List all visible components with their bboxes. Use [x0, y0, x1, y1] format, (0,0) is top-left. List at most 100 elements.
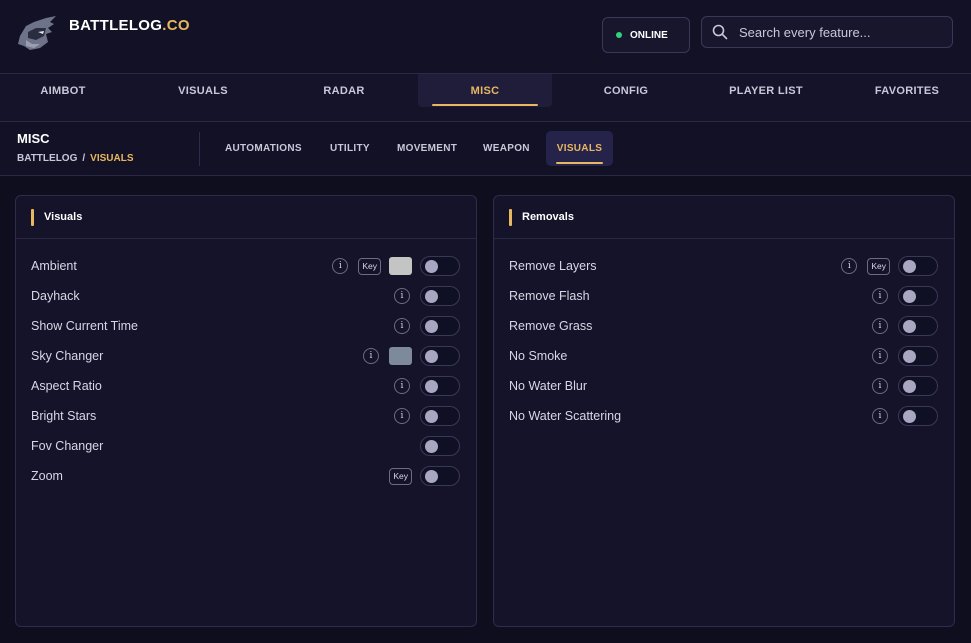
info-icon[interactable]: i [872, 408, 888, 424]
tab-misc[interactable]: MISC [418, 74, 552, 107]
toggle-knob [903, 350, 916, 363]
color-swatch[interactable] [389, 257, 412, 275]
tab-radar[interactable]: RADAR [277, 74, 411, 107]
option-label: Ambient [31, 259, 77, 273]
option-label: No Smoke [509, 349, 568, 363]
breadcrumb-separator: / [82, 153, 86, 164]
info-icon[interactable]: i [872, 378, 888, 394]
option-label: Show Current Time [31, 319, 138, 333]
subtab-automations[interactable]: AUTOMATIONS [215, 131, 312, 166]
toggle-switch[interactable] [420, 376, 460, 396]
option-row-show-current-time: Show Current Time i [16, 311, 476, 341]
toggle-switch[interactable] [420, 286, 460, 306]
option-row-fov-changer: Fov Changer [16, 431, 476, 461]
toggle-knob [903, 410, 916, 423]
option-label: Zoom [31, 469, 63, 483]
search-icon [712, 24, 728, 40]
tab-config[interactable]: CONFIG [559, 74, 693, 107]
removals-options-list: Remove Layers i Key Remove Flash i Remov… [494, 239, 954, 431]
online-dot-icon [616, 32, 622, 38]
toggle-switch[interactable] [420, 406, 460, 426]
tab-visuals[interactable]: VISUALS [136, 74, 270, 107]
info-icon[interactable]: i [332, 258, 349, 274]
info-icon[interactable]: i [872, 318, 888, 334]
info-icon[interactable]: i [841, 258, 858, 274]
tab-player-list[interactable]: PLAYER LIST [699, 74, 833, 107]
option-row-sky-changer: Sky Changer i [16, 341, 476, 371]
toggle-knob [425, 410, 438, 423]
subtab-utility[interactable]: UTILITY [320, 131, 380, 166]
tab-aimbot[interactable]: AIMBOT [0, 74, 130, 107]
removals-panel: Removals Remove Layers i Key Remove Flas… [493, 195, 955, 627]
info-icon[interactable]: i [872, 288, 888, 304]
toggle-switch[interactable] [420, 316, 460, 336]
toggle-switch[interactable] [420, 346, 460, 366]
toggle-knob [903, 290, 916, 303]
panel-accent-bar [31, 208, 34, 226]
search-box[interactable] [701, 16, 953, 48]
toggle-switch[interactable] [898, 406, 938, 426]
knight-logo-icon [16, 14, 58, 54]
top-header: BATTLELOG.CO ONLINE [0, 0, 971, 74]
toggle-switch[interactable] [420, 436, 460, 456]
toggle-switch[interactable] [420, 466, 460, 486]
option-label: Remove Grass [509, 319, 593, 333]
info-icon[interactable]: i [872, 348, 888, 364]
option-label: Dayhack [31, 289, 80, 303]
toggle-knob [425, 470, 438, 483]
option-label: No Water Scattering [509, 409, 622, 423]
visuals-panel-header: Visuals [16, 196, 476, 239]
breadcrumb: BATTLELOG / VISUALS [17, 153, 134, 164]
toggle-switch[interactable] [898, 256, 938, 276]
toggle-knob [425, 380, 438, 393]
option-row-remove-layers: Remove Layers i Key [494, 251, 954, 281]
info-icon[interactable]: i [394, 378, 410, 394]
subtab-movement[interactable]: MOVEMENT [387, 131, 467, 166]
info-icon[interactable]: i [394, 288, 410, 304]
option-label: Aspect Ratio [31, 379, 102, 393]
subtab-visuals[interactable]: VISUALS [546, 131, 613, 166]
toggle-knob [903, 260, 916, 273]
tab-favorites[interactable]: FAVORITES [840, 74, 971, 107]
option-label: Sky Changer [31, 349, 104, 363]
subbar-divider [199, 132, 200, 166]
brand-suffix: .CO [162, 17, 190, 34]
toggle-knob [425, 350, 438, 363]
keybind-button[interactable]: Key [867, 257, 890, 275]
option-row-no-water-blur: No Water Blur i [494, 371, 954, 401]
toggle-switch[interactable] [898, 346, 938, 366]
panel-title: Removals [522, 211, 574, 223]
toggle-knob [425, 440, 438, 453]
toggle-knob [425, 320, 438, 333]
breadcrumb-root[interactable]: BATTLELOG [17, 153, 77, 164]
keybind-button[interactable]: Key [358, 257, 381, 275]
brand-logo-text: BATTLELOG.CO [69, 17, 190, 34]
keybind-button[interactable]: Key [389, 467, 412, 485]
subtab-weapon[interactable]: WEAPON [473, 131, 540, 166]
option-row-no-smoke: No Smoke i [494, 341, 954, 371]
toggle-switch[interactable] [898, 316, 938, 336]
option-row-aspect-ratio: Aspect Ratio i [16, 371, 476, 401]
toggle-switch[interactable] [898, 286, 938, 306]
option-row-dayhack: Dayhack i [16, 281, 476, 311]
section-title: MISC [17, 131, 50, 146]
option-row-remove-flash: Remove Flash i [494, 281, 954, 311]
info-icon[interactable]: i [394, 408, 410, 424]
toggle-knob [425, 290, 438, 303]
panel-accent-bar [509, 208, 512, 226]
main-tab-bar: AIMBOT VISUALS RADAR MISC CONFIG PLAYER … [0, 74, 971, 122]
option-row-no-water-scattering: No Water Scattering i [494, 401, 954, 431]
removals-panel-header: Removals [494, 196, 954, 239]
brand-name: BATTLELOG [69, 17, 163, 34]
toggle-switch[interactable] [420, 256, 460, 276]
option-label: Remove Flash [509, 289, 590, 303]
online-status-badge[interactable]: ONLINE [602, 17, 690, 53]
option-row-zoom: Zoom Key [16, 461, 476, 491]
panel-title: Visuals [44, 211, 83, 223]
info-icon[interactable]: i [394, 318, 410, 334]
toggle-knob [903, 380, 916, 393]
info-icon[interactable]: i [363, 348, 379, 364]
search-input[interactable] [739, 24, 939, 40]
toggle-switch[interactable] [898, 376, 938, 396]
color-swatch[interactable] [389, 347, 412, 365]
